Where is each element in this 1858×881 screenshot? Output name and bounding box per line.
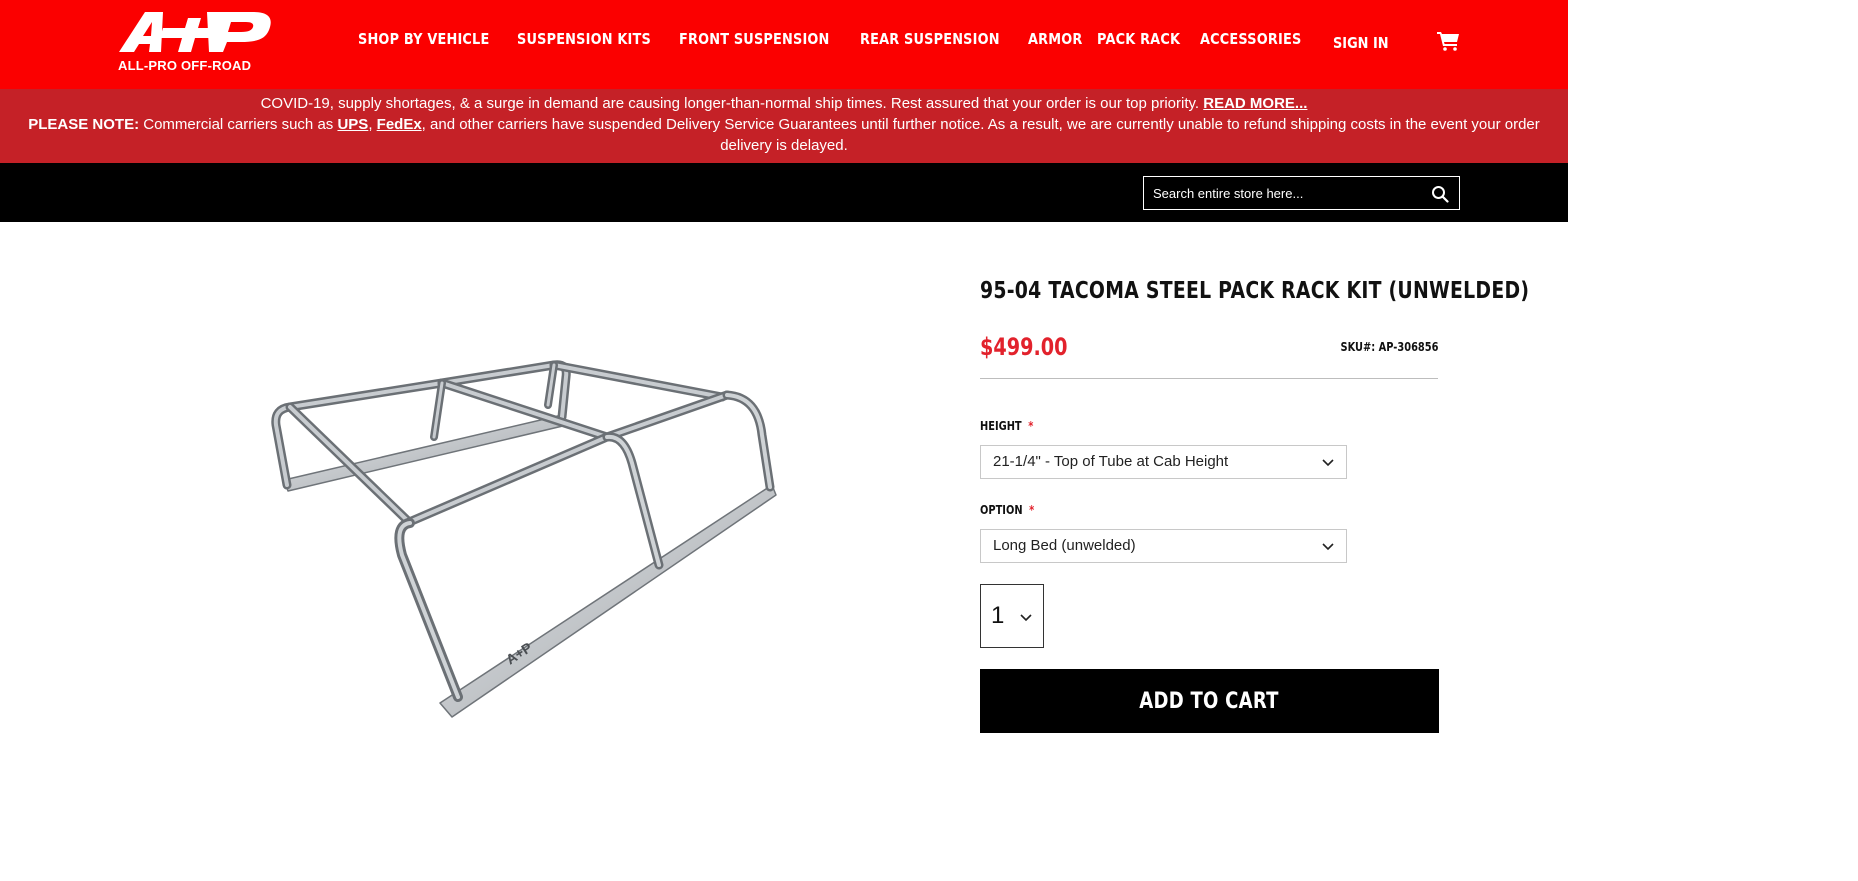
nav-front-suspension[interactable]: FRONT SUSPENSION — [679, 30, 830, 54]
nav-rear-suspension[interactable]: REAR SUSPENSION — [860, 30, 1000, 54]
main-nav: SHOP BY VEHICLE SUSPENSION KITS FRONT SU… — [358, 30, 1305, 54]
sign-in-link[interactable]: SIGN IN — [1333, 34, 1389, 52]
product-sku: SKU#: AP-306856 — [1340, 340, 1438, 354]
notice-covid-text: COVID-19, supply shortages, & a surge in… — [260, 95, 1204, 112]
please-note-label: PLEASE NOTE: — [28, 116, 140, 133]
search-icon[interactable] — [1431, 185, 1449, 203]
height-select[interactable]: 21-1/4" - Top of Tube at Cab Height — [980, 445, 1347, 479]
quantity-value: 1 — [991, 602, 1005, 629]
option-select[interactable]: Long Bed (unwelded) — [980, 529, 1347, 563]
nav-suspension-kits[interactable]: SUSPENSION KITS — [517, 30, 651, 54]
height-label: HEIGHT — [980, 419, 1022, 433]
product-price: $499.00 — [980, 333, 1068, 361]
height-required-mark: * — [1028, 419, 1034, 433]
option-select-value: Long Bed (unwelded) — [993, 537, 1136, 554]
read-more-link[interactable]: READ MORE... — [1203, 95, 1307, 112]
option-required-mark: * — [1029, 503, 1035, 517]
nav-armor[interactable]: ARMOR — [1028, 30, 1083, 54]
brand-name: ALL-PRO OFF-ROAD — [118, 58, 252, 73]
sku-value: AP-306856 — [1378, 340, 1438, 354]
site-header: ALL-PRO OFF-ROAD SHOP BY VEHICLE SUSPENS… — [0, 0, 1568, 89]
height-label-row: HEIGHT * — [980, 419, 1033, 433]
notice-carriers-text-a: Commercial carriers such as — [139, 116, 338, 133]
chevron-down-icon — [1322, 459, 1334, 467]
nav-shop-by-vehicle[interactable]: SHOP BY VEHICLE — [358, 30, 489, 54]
notice-comma: , — [368, 116, 377, 133]
product-image[interactable]: A+P — [262, 345, 782, 725]
fedex-link[interactable]: FedEx — [377, 116, 422, 133]
search-input[interactable] — [1153, 177, 1423, 209]
add-to-cart-label: ADD TO CART — [1139, 688, 1280, 714]
price-divider — [980, 378, 1438, 379]
cart-icon[interactable] — [1437, 31, 1461, 51]
notice-carriers-text-b: , and other carriers have suspended Deli… — [421, 116, 1540, 154]
product-title: 95-04 TACOMA STEEL PACK RACK KIT (UNWELD… — [980, 278, 1530, 304]
option-label-row: OPTION * — [980, 503, 1034, 517]
sku-label: SKU#: — [1340, 340, 1375, 354]
height-select-value: 21-1/4" - Top of Tube at Cab Height — [993, 453, 1229, 470]
shipping-notice-banner: COVID-19, supply shortages, & a surge in… — [0, 89, 1568, 163]
nav-pack-rack[interactable]: PACK RACK — [1097, 30, 1180, 54]
chevron-down-icon — [1322, 543, 1334, 551]
search-box — [1143, 176, 1460, 210]
ups-link[interactable]: UPS — [337, 116, 368, 133]
notice-line-carriers: PLEASE NOTE: Commercial carriers such as… — [0, 114, 1568, 156]
nav-accessories[interactable]: ACCESSORIES — [1200, 30, 1301, 54]
add-to-cart-button[interactable]: ADD TO CART — [980, 669, 1439, 733]
notice-line-covid: COVID-19, supply shortages, & a surge in… — [0, 93, 1568, 114]
search-bar-strip — [0, 163, 1568, 222]
option-label: OPTION — [980, 503, 1023, 517]
chevron-down-icon — [1020, 614, 1032, 622]
quantity-select[interactable]: 1 — [980, 584, 1044, 648]
